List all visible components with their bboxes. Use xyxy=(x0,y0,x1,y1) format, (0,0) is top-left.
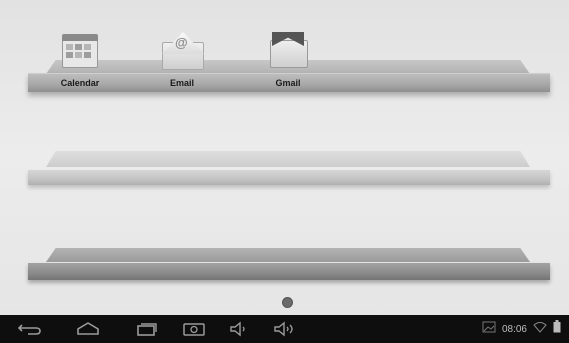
shelf-front xyxy=(28,170,550,185)
app-calendar[interactable]: Calendar xyxy=(50,30,110,88)
volume-up-icon[interactable] xyxy=(270,320,298,338)
shelf-surface xyxy=(46,248,530,262)
volume-down-icon[interactable] xyxy=(226,320,254,338)
app-label: Gmail xyxy=(275,78,301,88)
screenshot-icon[interactable] xyxy=(180,320,208,338)
app-label: Email xyxy=(169,78,194,88)
home-screen: Calendar @ Email Gmail 08:06 xyxy=(0,0,569,343)
battery-icon xyxy=(553,320,561,338)
email-icon: @ xyxy=(160,30,204,70)
navigation-bar: 08:06 xyxy=(0,315,569,343)
gmail-icon xyxy=(266,30,310,70)
shelf-surface xyxy=(46,151,530,167)
app-email[interactable]: @ Email xyxy=(152,30,212,88)
wifi-icon xyxy=(533,320,547,338)
page-indicator-dot xyxy=(282,297,293,308)
app-gmail[interactable]: Gmail xyxy=(258,30,318,88)
clock: 08:06 xyxy=(501,323,527,335)
back-icon[interactable] xyxy=(16,320,44,338)
app-label: Calendar xyxy=(60,78,100,88)
recent-apps-icon[interactable] xyxy=(133,320,161,338)
shelf-front xyxy=(28,263,550,280)
image-notification-icon xyxy=(482,320,496,338)
status-area[interactable]: 08:06 xyxy=(482,320,561,338)
home-icon[interactable] xyxy=(74,320,102,338)
calendar-icon xyxy=(58,30,102,70)
